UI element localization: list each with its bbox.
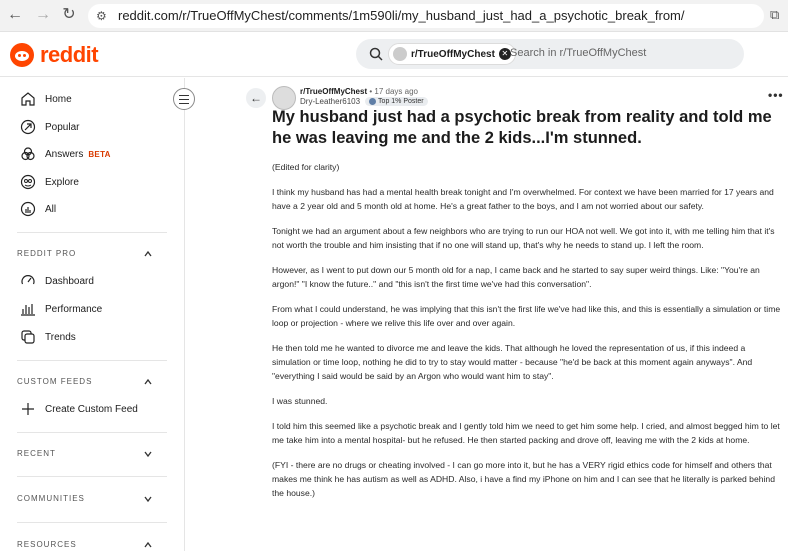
author-row: Dry-Leather6103 Top 1% Poster [300,97,428,106]
post-paragraph: However, as I went to put down our 5 mon… [272,265,760,289]
performance-icon [21,304,35,316]
post-paragraph: I think my husband has had a mental heal… [272,187,774,211]
post-body: (Edited for clarity) I think my husband … [272,160,782,511]
site-settings-icon[interactable]: ⚙ [96,8,110,24]
explore-icon [20,174,36,190]
more-options-icon[interactable]: ••• [768,88,784,102]
beta-badge: BETA [88,149,111,159]
post-paragraph: (FYI - there are no drugs or cheating in… [272,460,775,498]
sidebar-divider [17,476,167,477]
section-title-custom-feeds[interactable]: CUSTOM FEEDS [17,377,92,386]
meta-separator: • [369,87,373,96]
logo-text: reddit [40,42,99,67]
forward-arrow-icon[interactable]: → [34,6,52,24]
sidebar-item-explore[interactable]: Explore [20,173,79,191]
sidebar-item-label: Home [45,93,72,105]
reddit-snoo-icon [10,43,34,67]
sidebar-collapse-button[interactable] [173,88,195,110]
back-button[interactable]: ← [246,88,266,108]
plus-icon [22,403,34,415]
post-paragraph: He then told me he wanted to divorce me … [272,343,753,381]
sidebar-item-dashboard[interactable]: Dashboard [20,272,94,290]
reload-icon[interactable]: ↻ [60,6,78,24]
sidebar-item-label: Trends [45,331,76,343]
post-paragraph: I was stunned. [272,396,328,406]
sidebar-item-performance[interactable]: Performance [20,300,102,318]
chip-label: r/TrueOffMyChest [411,48,495,60]
sidebar-item-create-custom-feed[interactable]: Create Custom Feed [20,400,138,418]
chevron-down-icon[interactable] [143,449,153,459]
left-sidebar: Home Popular Answers BETA Explore All RE… [0,78,185,551]
post-paragraph: (Edited for clarity) [272,162,340,172]
sidebar-item-label: Popular [45,121,80,133]
all-icon [20,201,36,217]
post-paragraph: From what I could understand, he was imp… [272,304,781,328]
popular-icon [20,119,36,135]
chevron-down-icon[interactable] [143,494,153,504]
subreddit-search-chip[interactable]: r/TrueOffMyChest ✕ [388,43,516,65]
chevron-up-icon[interactable] [143,540,153,550]
browser-toolbar: ← → ↻ ⚙ reddit.com/r/TrueOffMyChest/comm… [0,0,788,32]
sidebar-divider [17,232,167,233]
sidebar-item-all[interactable]: All [20,200,56,218]
chevron-up-icon[interactable] [143,377,153,387]
subreddit-avatar [393,47,407,61]
sidebar-item-label: Create Custom Feed [45,403,138,415]
post-meta: r/TrueOffMyChest • 17 days ago [300,87,418,96]
reddit-logo[interactable]: reddit [10,42,99,68]
chevron-up-icon[interactable] [143,249,153,259]
sidebar-item-answers[interactable]: Answers BETA [20,145,111,163]
section-title-communities[interactable]: COMMUNITIES [17,494,85,503]
sidebar-divider [17,360,167,361]
section-title-recent[interactable]: RECENT [17,449,56,458]
sidebar-item-label: Explore [45,176,79,188]
sidebar-item-label: Answers [45,148,84,160]
section-title-resources[interactable]: RESOURCES [17,540,77,549]
post-time: 17 days ago [374,87,418,96]
answers-icon [21,147,35,161]
trends-icon [21,330,35,344]
site-header: reddit r/TrueOffMyChest ✕ Search in r/Tr… [0,33,788,77]
sidebar-divider [17,432,167,433]
post-paragraph: Tonight we had an argument about a few n… [272,226,775,250]
search-placeholder[interactable]: Search in r/TrueOffMyChest [510,47,646,59]
author-link[interactable]: Dry-Leather6103 [300,97,360,106]
post-title: My husband just had a psychotic break fr… [272,108,772,147]
sidebar-item-popular[interactable]: Popular [20,118,79,136]
section-title-reddit-pro[interactable]: REDDIT PRO [17,249,76,258]
address-bar[interactable]: ⚙ reddit.com/r/TrueOffMyChest/comments/1… [88,4,764,28]
search-icon [369,47,383,61]
badge-label: Top 1% Poster [378,98,424,105]
search-bar[interactable]: r/TrueOffMyChest ✕ Search in r/TrueOffMy… [356,39,744,69]
back-arrow-icon[interactable]: ← [6,6,24,24]
home-icon [21,92,35,106]
post-paragraph: I told him this seemed like a psychotic … [272,421,780,445]
install-app-icon[interactable]: ⧉ [770,7,779,23]
subreddit-link[interactable]: r/TrueOffMyChest [300,87,367,96]
dashboard-icon [21,275,35,285]
sidebar-item-label: Dashboard [45,275,94,287]
url-text[interactable]: reddit.com/r/TrueOffMyChest/comments/1m5… [118,8,685,24]
sidebar-divider [17,522,167,523]
sidebar-item-label: Performance [45,303,103,315]
sidebar-item-label: All [45,203,57,215]
badge-icon [369,98,377,105]
poster-badge: Top 1% Poster [365,97,428,106]
sidebar-item-home[interactable]: Home [20,90,72,108]
sidebar-item-trends[interactable]: Trends [20,328,76,346]
